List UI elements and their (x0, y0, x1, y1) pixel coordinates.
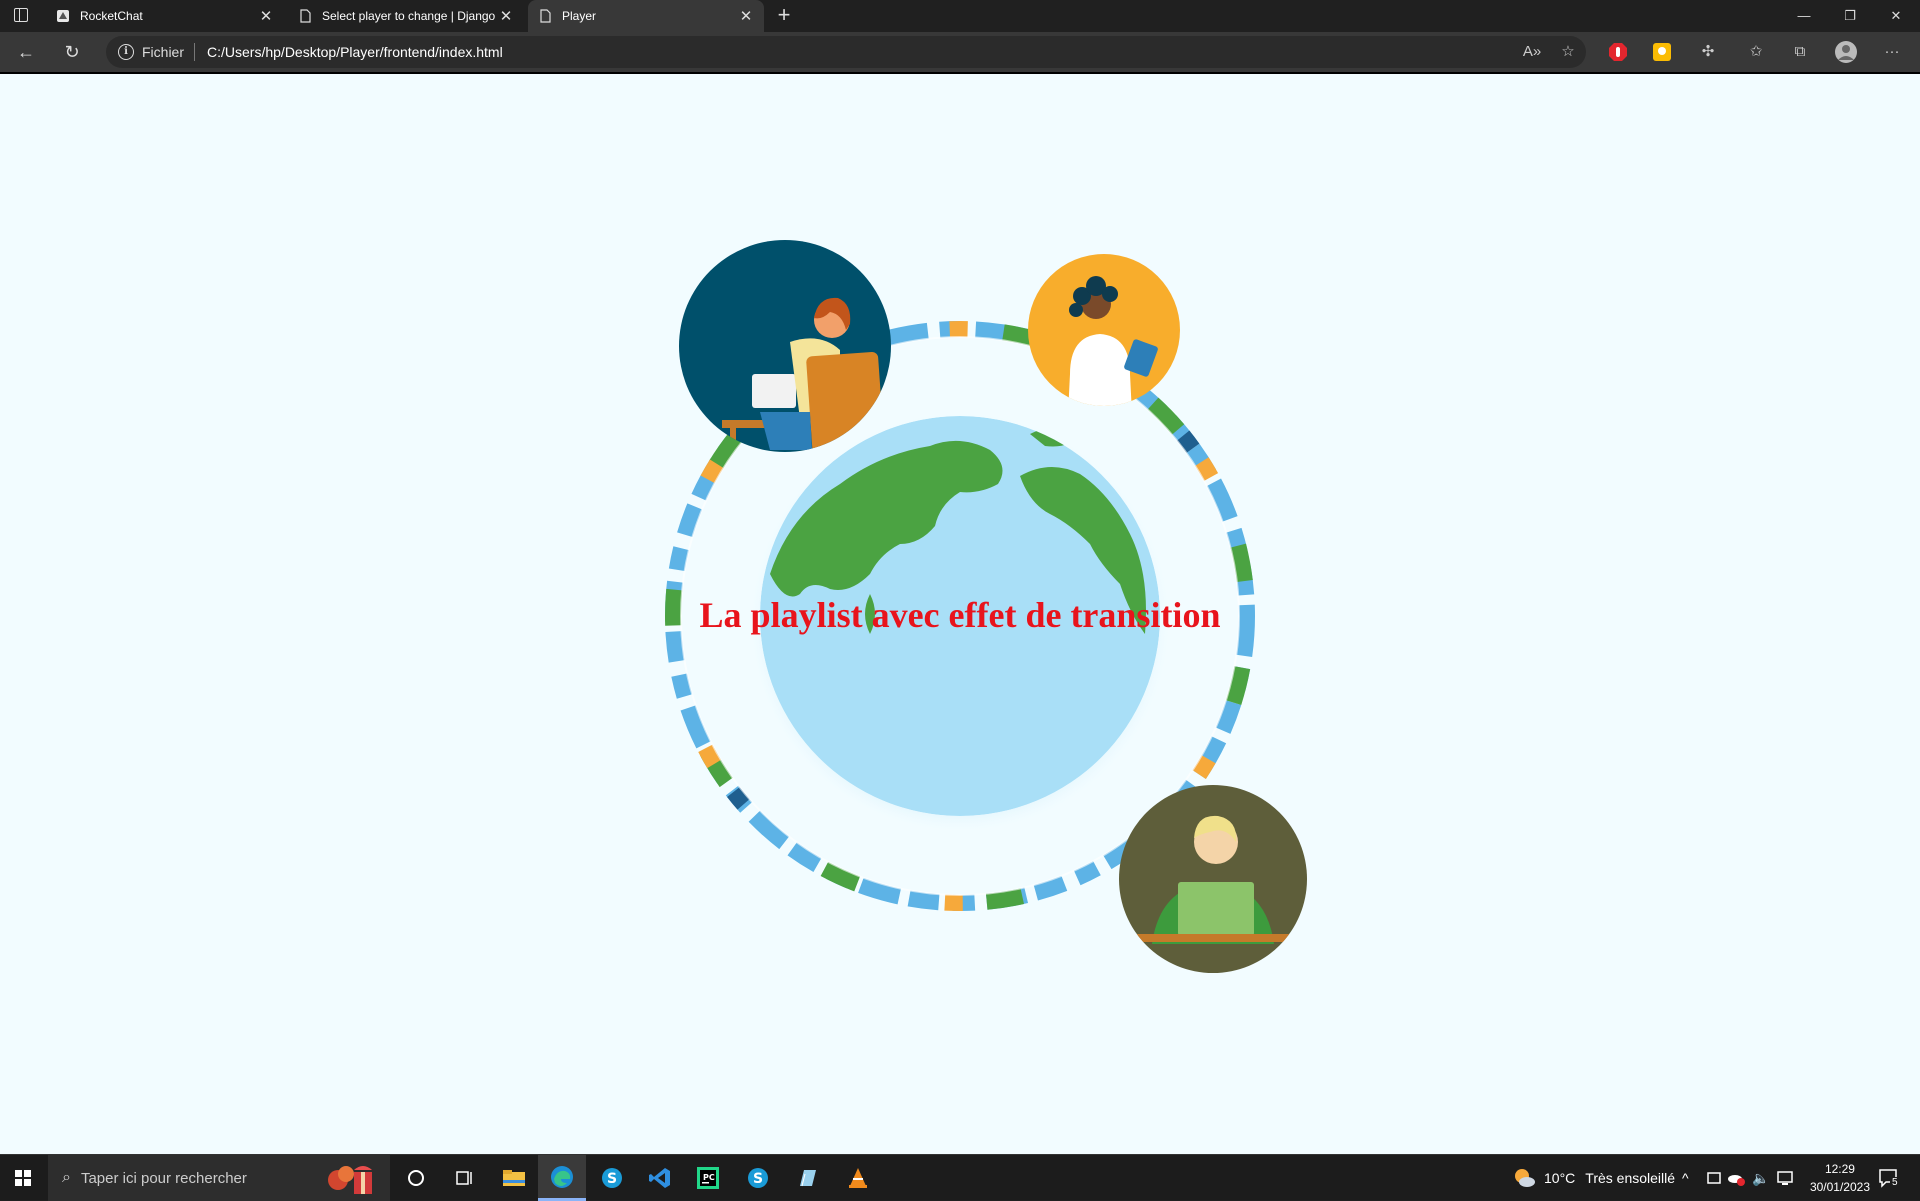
network-icon[interactable] (1776, 1155, 1794, 1201)
window-close-icon[interactable]: ✕ (1874, 0, 1918, 32)
windows-start-icon[interactable] (0, 1155, 46, 1201)
page-title: La playlist avec effet de transition (699, 595, 1221, 635)
tab-rocketchat[interactable]: RocketChat ✕ (46, 0, 284, 32)
close-icon[interactable]: ✕ (738, 7, 754, 25)
file-explorer-icon[interactable] (490, 1155, 538, 1201)
person-tablet-avatar (1028, 254, 1180, 406)
new-tab-icon[interactable]: + (772, 4, 796, 28)
collections-icon[interactable]: ⧉ (1788, 40, 1812, 64)
weather-description: Très ensoleillé (1585, 1170, 1676, 1186)
keep-extension-icon[interactable] (1652, 42, 1672, 62)
taskbar-clock[interactable]: 12:29 30/01/2023 (1810, 1160, 1870, 1196)
close-icon[interactable]: ✕ (258, 7, 274, 25)
svg-text:S: S (753, 1171, 763, 1187)
windows-taskbar: ⌕ Taper ici pour rechercher S PC S 10°C … (0, 1154, 1920, 1201)
tab-django-admin[interactable]: Select player to change | Django ✕ (288, 0, 524, 32)
weather-temperature: 10°C (1544, 1170, 1576, 1186)
onedrive-error-icon[interactable] (1726, 1155, 1746, 1201)
svg-text:PC: PC (703, 1173, 715, 1182)
page-icon (300, 9, 311, 23)
search-icon: ⌕ (62, 1169, 71, 1186)
search-placeholder: Taper ici pour rechercher (80, 1169, 247, 1187)
volume-icon[interactable]: 🔈 (1752, 1155, 1769, 1201)
add-favorite-icon[interactable]: ☆ (1556, 40, 1580, 64)
notification-count-badge: 5 (1890, 1177, 1900, 1188)
vscode-icon[interactable] (636, 1155, 684, 1201)
tray-chevron-icon[interactable]: ^ (1682, 1155, 1689, 1201)
address-bar-row: ← ↻ i Fichier C:/Users/hp/Desktop/Player… (0, 32, 1920, 72)
read-aloud-icon[interactable]: A» (1520, 40, 1544, 64)
rocketchat-favicon-icon (57, 10, 69, 22)
adblock-extension-icon[interactable] (1608, 42, 1628, 62)
restore-icon[interactable]: ❐ (1828, 0, 1872, 32)
svg-text:S: S (607, 1171, 617, 1187)
back-icon[interactable]: ← (14, 40, 38, 64)
weather-widget[interactable]: 10°C Très ensoleillé (1512, 1155, 1675, 1201)
task-view-icon[interactable] (440, 1155, 488, 1201)
search-highlight-gift-icon (328, 1166, 372, 1194)
weather-sun-cloud-icon (1515, 1169, 1535, 1187)
address-bar[interactable]: i Fichier C:/Users/hp/Desktop/Player/fro… (106, 36, 1586, 68)
edge-icon[interactable] (538, 1155, 586, 1201)
tab-actions-icon[interactable] (14, 8, 28, 22)
pycharm-icon[interactable]: PC (684, 1155, 732, 1201)
cortana-icon[interactable] (392, 1155, 440, 1201)
skype-business-icon[interactable]: S (734, 1155, 782, 1201)
favorites-icon[interactable]: ✩ (1744, 40, 1768, 64)
more-menu-icon[interactable]: ··· (1880, 40, 1904, 64)
profile-avatar[interactable] (1834, 40, 1858, 64)
close-icon[interactable]: ✕ (498, 7, 514, 25)
clock-time: 12:29 (1824, 1162, 1855, 1176)
minimize-icon[interactable]: — (1782, 0, 1826, 32)
browser-tab-strip: RocketChat ✕ Select player to change | D… (0, 0, 1920, 32)
skype-icon[interactable]: S (588, 1155, 636, 1201)
clock-date: 30/01/2023 (1809, 1180, 1870, 1194)
taskbar-search-box[interactable]: ⌕ Taper ici pour rechercher (48, 1155, 390, 1201)
person-desk-avatar (1119, 785, 1307, 973)
notification-center-icon[interactable]: 5 (1878, 1155, 1900, 1201)
extensions-icon[interactable]: ✣ (1696, 40, 1720, 64)
tab-label: Select player to change | Django (322, 9, 496, 23)
address-divider (194, 43, 196, 61)
vlc-icon[interactable] (834, 1155, 882, 1201)
address-scheme: Fichier (142, 44, 185, 60)
tab-label: Player (562, 9, 597, 23)
page-viewport: La playlist avec effet de transition (0, 74, 1920, 1154)
meet-now-icon[interactable] (1706, 1155, 1722, 1201)
site-info-icon[interactable]: i (118, 44, 134, 60)
notepad-icon[interactable] (784, 1155, 832, 1201)
refresh-icon[interactable]: ↻ (60, 40, 84, 64)
address-url[interactable]: C:/Users/hp/Desktop/Player/frontend/inde… (207, 44, 503, 60)
tab-label: RocketChat (80, 9, 143, 23)
tab-player[interactable]: Player ✕ (528, 0, 764, 32)
page-icon (540, 9, 551, 23)
